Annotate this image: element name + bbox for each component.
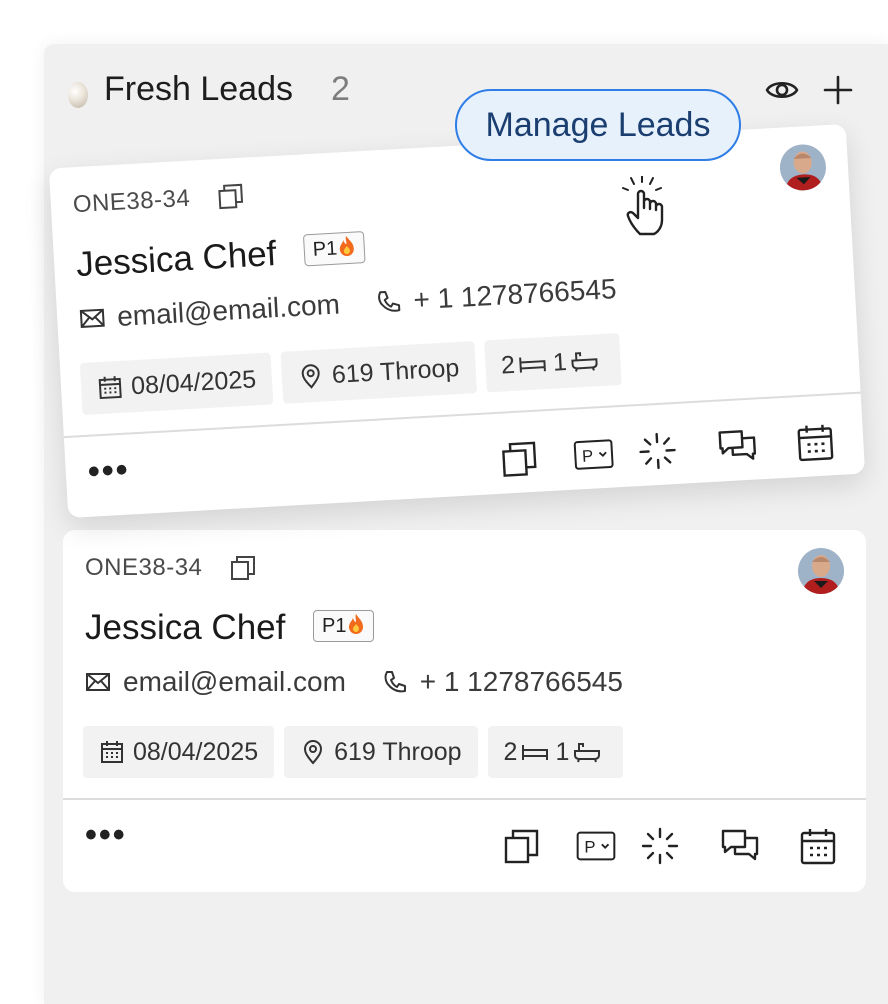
loading-icon[interactable] — [640, 826, 680, 866]
chat-icon[interactable] — [716, 425, 758, 467]
copy-icon[interactable] — [502, 826, 542, 866]
chips-row: 08/04/2025 619 Throop 2 1 — [83, 726, 633, 778]
calendar-icon[interactable] — [798, 826, 838, 866]
more-menu-button[interactable]: ••• — [85, 816, 127, 855]
column-title: Fresh Leads — [104, 70, 293, 108]
lead-card-dragged[interactable]: ONE38-34 Jessica Chef P1 email@email.com… — [48, 124, 866, 518]
parking-icon[interactable]: P — [573, 433, 615, 475]
flame-icon — [349, 614, 364, 634]
priority-label: P1 — [322, 615, 347, 637]
flame-icon — [340, 236, 355, 257]
email-text[interactable]: email@email.com — [123, 666, 346, 697]
avatar — [778, 143, 828, 192]
baths-count: 1 — [555, 738, 570, 766]
priority-badge: P1 — [302, 231, 367, 267]
location-pin-icon — [301, 364, 320, 389]
plus-icon[interactable] — [820, 72, 856, 108]
lead-id: ONE38-34 — [72, 184, 191, 219]
loading-icon[interactable] — [636, 430, 678, 472]
beds-count: 2 — [503, 738, 518, 766]
rooms-chip: 2 1 — [483, 332, 623, 393]
date-text: 08/04/2025 — [133, 738, 259, 766]
copy-id-icon[interactable] — [229, 554, 257, 582]
address-text: 619 Throop — [334, 738, 462, 766]
lead-name: Jessica Chef — [85, 608, 286, 647]
hand-pointer-icon — [622, 176, 664, 236]
chips-row: 08/04/2025 619 Throop 2 1 — [79, 332, 632, 416]
lead-name: Jessica Chef — [75, 234, 278, 285]
bath-icon — [574, 743, 601, 763]
eye-icon[interactable] — [764, 72, 800, 108]
bed-icon — [522, 745, 549, 760]
contact-row: email@email.com + 1 1278766545 — [85, 666, 623, 698]
beds-count: 2 — [500, 350, 516, 380]
column-count: 2 — [331, 70, 350, 108]
manage-leads-tooltip: Manage Leads — [455, 89, 741, 161]
contact-row: email@email.com + 1 1278766545 — [78, 273, 617, 335]
calendar-small-icon — [98, 376, 122, 400]
date-chip: 08/04/2025 — [79, 352, 274, 416]
email-text[interactable]: email@email.com — [116, 289, 340, 332]
card-divider — [63, 798, 866, 800]
more-menu-button[interactable]: ••• — [87, 451, 131, 492]
bath-icon — [571, 352, 598, 372]
date-text: 08/04/2025 — [130, 365, 257, 401]
baths-count: 1 — [552, 347, 568, 377]
copy-id-icon[interactable] — [216, 182, 246, 212]
mail-icon — [79, 308, 105, 329]
parking-icon[interactable]: P — [576, 826, 616, 866]
address-text: 619 Throop — [331, 353, 460, 390]
svg-text:P: P — [584, 838, 595, 857]
calendar-icon[interactable] — [794, 421, 836, 463]
svg-text:P: P — [582, 446, 594, 466]
chat-icon[interactable] — [720, 826, 760, 866]
calendar-small-icon — [101, 741, 123, 763]
address-chip: 619 Throop — [280, 341, 477, 404]
mail-icon — [86, 673, 110, 691]
priority-badge: P1 — [313, 610, 375, 642]
status-dot — [68, 82, 88, 108]
phone-icon — [377, 290, 401, 312]
avatar — [798, 548, 844, 594]
copy-icon[interactable] — [499, 438, 541, 480]
location-pin-icon — [304, 740, 323, 765]
lead-id: ONE38-34 — [85, 554, 203, 581]
rooms-chip: 2 1 — [487, 726, 624, 778]
date-chip: 08/04/2025 — [83, 726, 275, 778]
address-chip: 619 Throop — [284, 726, 478, 778]
lead-card[interactable]: ONE38-34 Jessica Chef P1 email@email.com… — [63, 530, 866, 892]
phone-text[interactable]: + 1 1278766545 — [420, 666, 623, 697]
bed-icon — [519, 357, 547, 373]
phone-text[interactable]: + 1 1278766545 — [413, 273, 618, 315]
priority-label: P1 — [312, 237, 338, 261]
phone-icon — [384, 671, 406, 693]
